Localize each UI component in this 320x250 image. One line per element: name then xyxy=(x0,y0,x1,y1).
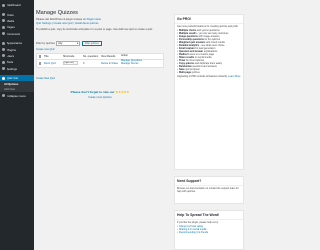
spread-list: Giving it a 5 star ratingSharing it on s… xyxy=(175,225,243,234)
support-title: Need Support? xyxy=(175,177,243,186)
quiz-icon xyxy=(2,76,5,80)
create-quiz-link-bottom[interactable]: Create New Quiz xyxy=(36,77,55,80)
admin-sidebar: Dashboard Posts Media Pages Comments Appearan… xyxy=(0,0,34,250)
main-content: Manage Quizzes Please rate WordPress & p… xyxy=(36,0,171,250)
collapse-label: Collapse menu xyxy=(6,93,26,98)
rate-plugin[interactable]: Please don't forget to rate our ★★★★★ xyxy=(36,90,164,94)
pro-features-list: Multiple choice and yes/no questionsMult… xyxy=(175,29,243,74)
go-pro-title: Go PRO! xyxy=(175,15,243,24)
list-item[interactable]: Recommending it to friends xyxy=(177,231,241,234)
quiz-filter: Filter by quizzes Any ▾ Filter quizzes xyxy=(36,41,102,46)
tools-icon xyxy=(2,60,5,64)
support-box: Need Support? Browse our documentation o… xyxy=(174,176,244,204)
posts-icon xyxy=(2,13,5,17)
sidebar-item-label: Media xyxy=(6,18,15,23)
col-shortcode: Shortcode xyxy=(63,54,75,58)
users-icon xyxy=(2,54,5,58)
sidebar-item-label: Pages xyxy=(6,25,15,30)
media-icon xyxy=(2,19,5,23)
sidebar-item-label: Comments xyxy=(6,31,21,36)
page-title: Manage Quizzes xyxy=(36,10,78,16)
col-title[interactable]: Title xyxy=(43,55,63,58)
sidebar-item-label: Appearance xyxy=(6,41,23,46)
col-action: Action xyxy=(121,53,128,57)
intro-text: To publish a quiz, copy its shortcode an… xyxy=(36,28,154,31)
star-rating-icon: ★★★★★ xyxy=(115,90,130,94)
learn-more-link[interactable]: Learn More xyxy=(228,75,240,78)
quiz-title-link[interactable]: Retro Quiz xyxy=(43,62,63,65)
view-results-link[interactable]: Delete & Share xyxy=(101,62,121,65)
sidebar-item-label: Posts xyxy=(6,12,14,17)
pages-icon xyxy=(2,25,5,29)
chevron-down-icon: ▾ xyxy=(77,42,79,45)
rate-link[interactable]: Create more Quizzes xyxy=(36,96,164,99)
sidebar-item-label: Settings xyxy=(6,66,17,71)
shortcode-field[interactable]: [quiz-cat ] xyxy=(63,61,78,66)
settings-icon xyxy=(2,67,5,71)
sidebar-item-label: Quiz Cat xyxy=(6,76,18,81)
quizzes-table: Title Shortcode No. questions View Resul… xyxy=(36,53,164,68)
submenu-item[interactable]: Add New xyxy=(0,87,34,92)
spread-title: Help To Spread The Word! xyxy=(175,211,243,220)
top-links[interactable]: Quiz Settings | Create new Quiz | Instal… xyxy=(36,22,98,25)
support-text: Browse our documentation or contact the … xyxy=(177,187,239,193)
manage-scores-link[interactable]: Manage Scores xyxy=(121,62,163,66)
comments-icon xyxy=(2,32,5,36)
sidebar-item-label: Users xyxy=(6,53,15,58)
col-results: View Results xyxy=(101,54,116,58)
create-quiz-link[interactable]: Create new Quiz xyxy=(36,48,55,51)
appearance-icon xyxy=(2,41,5,45)
col-questions: No. questions xyxy=(83,54,99,58)
dashboard-icon xyxy=(2,3,5,7)
collapse-menu-button[interactable]: Collapse menu xyxy=(0,92,34,98)
question-count: 3 xyxy=(83,61,85,65)
list-item: Multi-page quizzes xyxy=(177,71,241,74)
select-all-checkbox[interactable] xyxy=(38,54,42,58)
about-link[interactable]: Plugin name xyxy=(87,18,101,21)
filter-select[interactable]: Any ▾ xyxy=(56,41,81,46)
spread-word-box: Help To Spread The Word! If you like the… xyxy=(174,210,244,250)
admin-menu: Dashboard Posts Media Pages Comments Appearan… xyxy=(0,2,34,99)
sidebar-item-label: Plugins xyxy=(6,47,16,52)
sidebar-item-label: Dashboard xyxy=(6,3,21,8)
row-actions: Manage Questions Manage Scores xyxy=(121,60,163,66)
about-text: Please rate WordPress & plugin reviews o… xyxy=(36,18,101,21)
row-checkbox[interactable] xyxy=(38,61,42,65)
upgrade-text: Upgrading to PRO unlocks all features in… xyxy=(177,75,241,78)
filter-label: Filter by quizzes xyxy=(36,42,55,45)
plugins-icon xyxy=(2,48,5,52)
collapse-icon xyxy=(2,94,5,98)
table-row: Retro Quiz [quiz-cat ] 3 Delete & Share … xyxy=(37,60,163,68)
sidebar-item-label: Tools xyxy=(6,60,14,65)
quiz-submenu: All Quizzes Add New xyxy=(0,81,34,93)
go-pro-box: Go PRO! Get more powerful features for c… xyxy=(174,14,244,170)
filter-button[interactable]: Filter quizzes xyxy=(81,41,102,46)
